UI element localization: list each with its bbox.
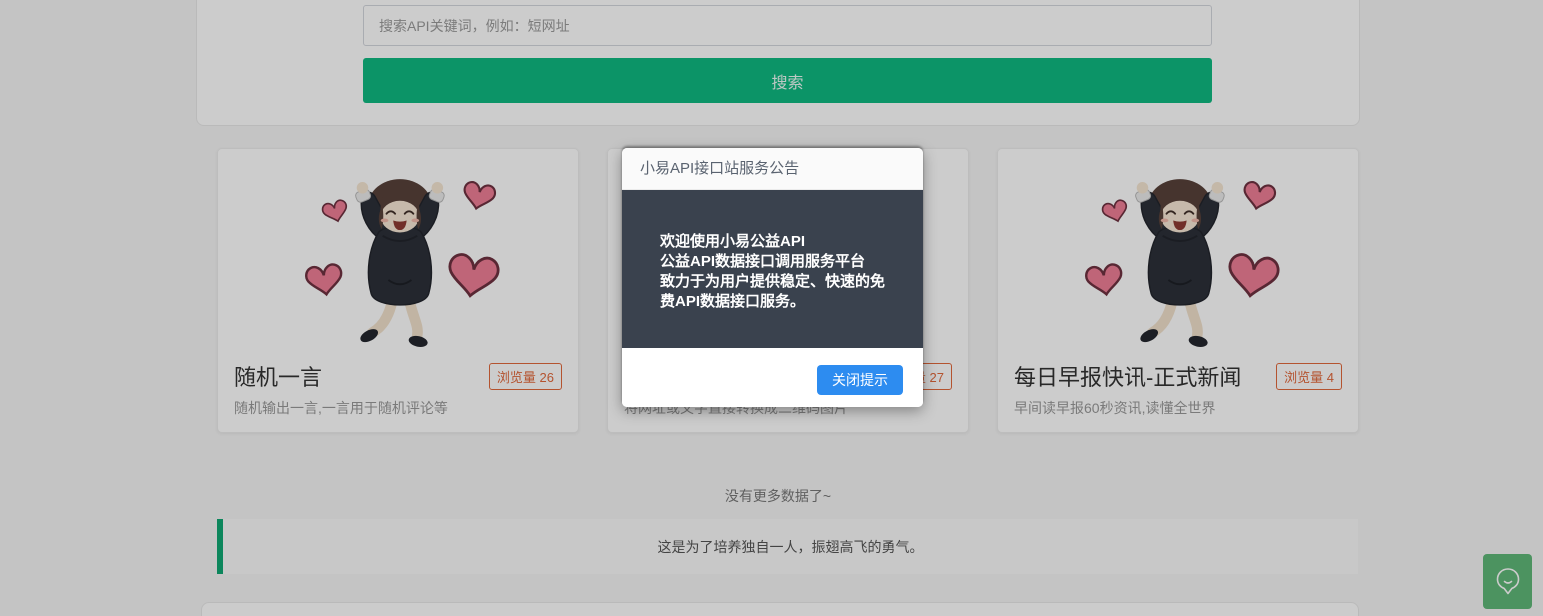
announcement-modal: 小易API接口站服务公告 欢迎使用小易公益API 公益API数据接口调用服务平台… <box>622 148 923 407</box>
modal-body-text: 欢迎使用小易公益API 公益API数据接口调用服务平台 致力于为用户提供稳定、快… <box>622 190 923 348</box>
close-notice-button[interactable]: 关闭提示 <box>817 365 903 395</box>
modal-footer: 关闭提示 <box>622 348 923 407</box>
modal-title: 小易API接口站服务公告 <box>622 148 923 190</box>
page: 搜索API关键词，例如：短网址 搜索 随机一言 浏览量 26 随机输出一言,一言… <box>0 0 1543 616</box>
